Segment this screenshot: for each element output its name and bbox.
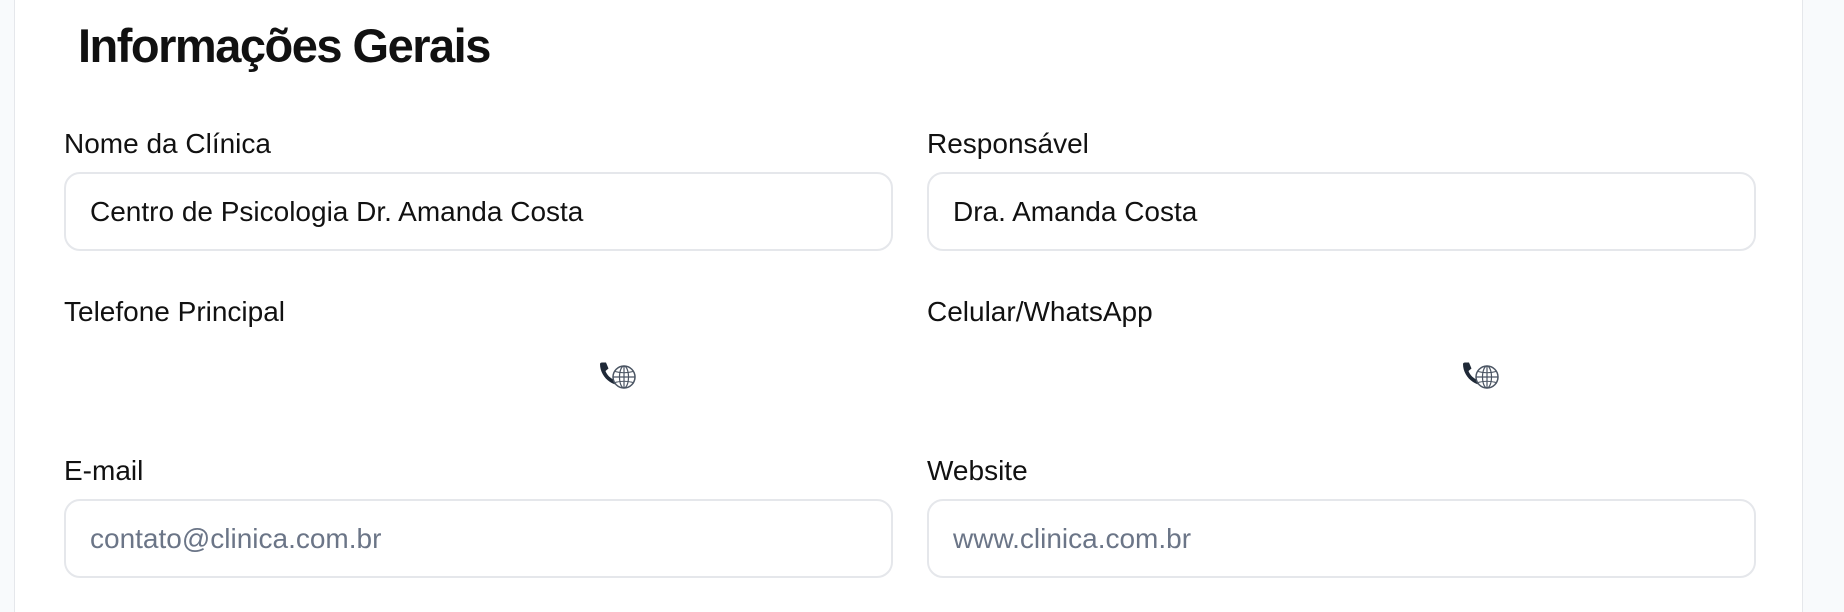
website-label: Website bbox=[927, 455, 1028, 486]
email-input[interactable] bbox=[64, 499, 893, 578]
main-phone-field: Telefone Principal bbox=[64, 296, 893, 389]
clinic-settings-card: Informações Gerais Nome da Clínica Respo… bbox=[14, 0, 1803, 612]
mobile-whatsapp-field: Celular/WhatsApp bbox=[927, 296, 1756, 389]
responsible-field: Responsável bbox=[927, 128, 1756, 251]
mobile-whatsapp-label: Celular/WhatsApp bbox=[927, 296, 1153, 327]
responsible-label: Responsável bbox=[927, 128, 1089, 159]
responsible-input[interactable] bbox=[927, 172, 1756, 251]
website-input[interactable] bbox=[927, 499, 1756, 578]
clinic-name-label: Nome da Clínica bbox=[64, 128, 271, 159]
email-label: E-mail bbox=[64, 455, 144, 486]
phone-globe-icon[interactable] bbox=[1460, 360, 1500, 392]
phone-globe-icon[interactable] bbox=[597, 360, 637, 392]
clinic-name-field: Nome da Clínica bbox=[64, 128, 893, 251]
website-field: Website bbox=[927, 455, 1756, 578]
mobile-whatsapp-input-area[interactable] bbox=[927, 340, 1756, 419]
clinic-name-input[interactable] bbox=[64, 172, 893, 251]
main-phone-label: Telefone Principal bbox=[64, 296, 286, 327]
section-title: Informações Gerais bbox=[78, 19, 491, 72]
main-phone-input-area[interactable] bbox=[64, 340, 893, 419]
email-field: E-mail bbox=[64, 455, 893, 578]
